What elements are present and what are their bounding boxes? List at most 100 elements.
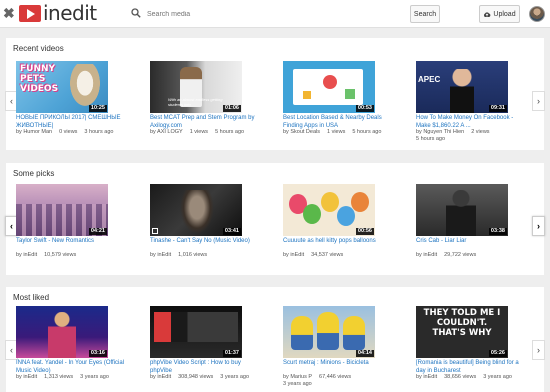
video-meta: by Humor Man 0 views 3 hours ago bbox=[16, 129, 128, 136]
video-author[interactable]: by inEdit bbox=[150, 374, 171, 380]
carousel-next-button[interactable]: › bbox=[532, 216, 545, 236]
video-author[interactable]: by inEdit bbox=[16, 374, 37, 380]
video-time: 3 years ago bbox=[483, 374, 512, 380]
balloon-image bbox=[321, 192, 339, 212]
video-author[interactable]: by inEdit bbox=[16, 252, 37, 258]
video-title[interactable]: Taylor Swift - New Romantics bbox=[16, 238, 128, 246]
carousel-next-button[interactable]: › bbox=[532, 91, 545, 111]
close-icon[interactable]: ✖ bbox=[3, 5, 15, 21]
video-duration: 04:14 bbox=[355, 350, 374, 357]
video-views: 1,313 views bbox=[44, 374, 74, 380]
video-author[interactable]: by Humor Man bbox=[16, 129, 52, 135]
thumbnail-overlay-text: FUNNY PETS VIDEOS bbox=[20, 64, 59, 94]
video-title[interactable]: Scurt metraj : Minions - Bicicleta bbox=[283, 360, 395, 368]
video-author[interactable]: by inEdit bbox=[283, 252, 304, 258]
video-thumbnail[interactable]: 01:37 bbox=[150, 306, 242, 358]
video-views: 29,722 views bbox=[444, 252, 477, 258]
logo[interactable]: inedit bbox=[19, 3, 97, 23]
video-thumbnail[interactable]: 04:21 bbox=[16, 184, 108, 236]
video-views: 1 views bbox=[189, 129, 209, 135]
video-thumbnail[interactable]: APEC 09:31 bbox=[416, 61, 508, 113]
video-thumbnail[interactable]: THEY TOLD ME I COULDN'T. THAT'S WHY 05:2… bbox=[416, 306, 508, 358]
video-views: 10,579 views bbox=[44, 252, 77, 258]
video-title[interactable]: Cuuuute as hell kitty pops balloons bbox=[283, 238, 395, 246]
video-title[interactable]: How To Make Money On Facebook - Make $1,… bbox=[416, 115, 528, 130]
video-author[interactable]: by Skout Deals bbox=[283, 129, 320, 135]
video-duration: 03:38 bbox=[488, 228, 507, 235]
thumbnail-overlay-text: With an almost endless getting students … bbox=[168, 97, 223, 107]
video-thumbnail[interactable]: FUNNY PETS VIDEOS 10:25 bbox=[16, 61, 108, 113]
video-author[interactable]: by inEdit bbox=[150, 252, 171, 258]
video-thumbnail[interactable]: 03:16 bbox=[16, 306, 108, 358]
video-thumbnail[interactable]: 04:14 bbox=[283, 306, 375, 358]
video-meta: by inEdit 1,016 views bbox=[150, 252, 262, 259]
video-time: 3 hours ago bbox=[84, 129, 114, 135]
video-duration: 00:53 bbox=[355, 105, 374, 112]
balloon-image bbox=[303, 204, 321, 224]
video-views: 1 views bbox=[327, 129, 346, 135]
video-author[interactable]: by Marius P bbox=[283, 374, 312, 380]
video-views: 67,446 views bbox=[319, 374, 352, 380]
video-thumbnail[interactable]: 03:41 bbox=[150, 184, 242, 236]
search-button[interactable]: Search bbox=[410, 5, 440, 23]
video-meta: by inEdit 10,579 views bbox=[16, 252, 128, 259]
upload-label: Upload bbox=[493, 10, 516, 18]
video-title[interactable]: Tinashe - Can't Say No (Music Video) bbox=[150, 238, 262, 246]
play-logo-icon bbox=[19, 4, 41, 22]
video-duration: 00:56 bbox=[355, 228, 374, 235]
person-image bbox=[48, 312, 76, 358]
video-duration: 09:31 bbox=[488, 105, 507, 112]
video-author[interactable]: by inEdit bbox=[416, 252, 437, 258]
video-title[interactable]: Best MCAT Prep and Stem Program by Axilo… bbox=[150, 115, 262, 130]
video-duration: 04:21 bbox=[88, 228, 107, 235]
minion-image bbox=[291, 316, 313, 350]
video-views: 0 views bbox=[59, 129, 78, 135]
video-meta: by Nguyen Thi Hien 2 views 5 hours ago bbox=[416, 129, 516, 143]
video-meta: by Skout Deals 1 views 5 hours ago bbox=[283, 129, 395, 136]
video-views: 308,948 views bbox=[178, 374, 214, 380]
video-views: 38,656 views bbox=[444, 374, 477, 380]
video-meta: by inEdit 38,656 views 3 years ago bbox=[416, 374, 528, 381]
minion-image bbox=[317, 312, 339, 350]
video-time: 5 hours ago bbox=[352, 129, 382, 135]
thumbnail-overlay-text: APEC bbox=[418, 75, 441, 84]
video-author[interactable]: by inEdit bbox=[416, 374, 437, 380]
video-title[interactable]: Cris Cab - Liar Liar bbox=[416, 238, 528, 246]
carousel-next-button[interactable]: › bbox=[532, 340, 545, 360]
video-meta: by inEdit 308,948 views 3 years ago bbox=[150, 374, 262, 381]
video-meta: by inEdit 34,537 views bbox=[283, 252, 395, 259]
screen-image bbox=[154, 312, 238, 342]
video-duration: 05:26 bbox=[488, 350, 507, 357]
person-image bbox=[446, 190, 476, 236]
video-thumbnail[interactable]: 00:53 bbox=[283, 61, 375, 113]
location-pin-icon bbox=[323, 75, 337, 89]
video-title[interactable]: INNA feat. Yandel - In Your Eyes (Offici… bbox=[16, 360, 128, 375]
video-thumbnail[interactable]: With an almost endless getting students … bbox=[150, 61, 242, 113]
video-title[interactable]: Best Location Based & Nearby Deals Findi… bbox=[283, 115, 395, 130]
video-duration: 01:06 bbox=[222, 105, 241, 112]
video-views: 34,537 views bbox=[311, 252, 344, 258]
video-author[interactable]: by AXI LOGY bbox=[150, 129, 183, 135]
video-author[interactable]: by Nguyen Thi Hien bbox=[416, 129, 464, 135]
video-title[interactable]: НОВЫЕ ПРИКОЛЫ 2017| СМЕШНЫЕ ЖИВОТНЫЕ| bbox=[16, 115, 128, 130]
video-title[interactable]: phpVibe Video Script : How to buy phpVib… bbox=[150, 360, 262, 375]
video-title[interactable]: [Romania is beautiful] Being blind for a… bbox=[416, 360, 528, 375]
video-thumbnail[interactable]: 03:38 bbox=[416, 184, 508, 236]
video-meta: by inEdit 1,313 views 3 years ago bbox=[16, 374, 128, 381]
cloud-upload-icon bbox=[484, 11, 491, 17]
shape-icon bbox=[345, 89, 355, 99]
search-input[interactable] bbox=[145, 5, 407, 23]
video-time: 3 years ago bbox=[80, 374, 109, 380]
avatar[interactable] bbox=[529, 6, 545, 22]
person-image bbox=[450, 69, 474, 113]
video-duration: 01:37 bbox=[222, 350, 241, 357]
balloon-image bbox=[351, 192, 369, 212]
section-title: Some picks bbox=[13, 169, 55, 178]
shape-icon bbox=[303, 91, 311, 99]
video-thumbnail[interactable]: 00:56 bbox=[283, 184, 375, 236]
minion-image bbox=[343, 316, 365, 350]
upload-button[interactable]: Upload bbox=[479, 5, 520, 23]
video-meta: by inEdit 29,722 views bbox=[416, 252, 528, 259]
video-time: 5 hours ago bbox=[416, 136, 446, 142]
video-duration: 03:41 bbox=[222, 228, 241, 235]
